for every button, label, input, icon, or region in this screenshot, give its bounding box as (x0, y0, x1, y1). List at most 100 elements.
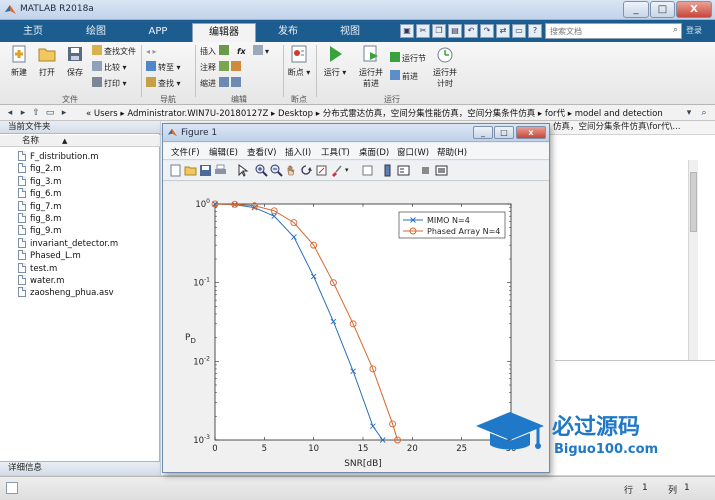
figure-minimize-button[interactable]: _ (473, 126, 493, 139)
tab-plots[interactable]: 绘图 (66, 23, 126, 42)
data-cursor-icon[interactable] (315, 164, 328, 177)
list-item[interactable]: fig_2.m (18, 163, 61, 175)
forward-arrow-icon[interactable]: ▸ (17, 107, 29, 119)
save-figure-icon[interactable] (199, 164, 212, 177)
folder-up-icon[interactable]: ⇧ (30, 107, 42, 119)
insert-section-button[interactable]: ▾ (253, 45, 269, 59)
chevron-down-icon[interactable]: ▾ (683, 107, 695, 119)
search-input[interactable]: 搜索文档 ⌕ (545, 23, 682, 39)
qa-paste-icon[interactable]: ▤ (448, 24, 462, 38)
file-icon (18, 262, 26, 273)
plot-axes[interactable] (214, 203, 512, 441)
maximize-button[interactable]: □ (650, 1, 675, 18)
pan-hand-icon[interactable] (285, 164, 298, 177)
list-item[interactable]: zaosheng_phua.asv (18, 287, 114, 299)
new-button[interactable]: 新建 (4, 44, 34, 78)
qa-cut-icon[interactable]: ✂ (416, 24, 430, 38)
new-figure-icon[interactable] (169, 164, 182, 177)
details-panel-header[interactable]: 详细信息 (0, 461, 160, 475)
menu-help[interactable]: 帮助(H) (437, 146, 467, 158)
tab-apps[interactable]: APP (130, 23, 186, 42)
link-plot-icon[interactable] (361, 164, 374, 177)
column-header[interactable]: 名称 ▲ (0, 135, 160, 147)
tab-editor[interactable]: 编辑器 (192, 23, 256, 42)
advance-button[interactable]: 前进 (390, 70, 418, 84)
find-button[interactable]: 查找 ▾ (146, 77, 181, 91)
back-arrow-icon[interactable]: ◂ (4, 107, 16, 119)
qa-undo-icon[interactable]: ↶ (464, 24, 478, 38)
pointer-arrow-icon[interactable] (236, 164, 249, 177)
compare-button[interactable]: 比较 ▾ (92, 61, 127, 75)
list-item[interactable]: Phased_L.m (18, 250, 81, 262)
legend-label: Phased Array N=4 (427, 227, 500, 236)
insert-button[interactable]: 插入 (200, 45, 231, 59)
legend-icon[interactable] (397, 164, 410, 177)
figure-close-button[interactable]: x (516, 126, 546, 139)
open-button[interactable]: 打开 (32, 44, 62, 78)
breakpoints-button[interactable]: 断点 ▾ (284, 44, 314, 78)
list-item[interactable]: invariant_detector.m (18, 237, 118, 250)
menu-window[interactable]: 窗口(W) (397, 146, 429, 158)
menu-file[interactable]: 文件(F) (171, 146, 200, 158)
qa-help-icon[interactable]: ? (528, 24, 542, 38)
print-button[interactable]: 打印 ▾ (92, 77, 127, 91)
figure-maximize-button[interactable]: □ (494, 126, 514, 139)
menu-view[interactable]: 查看(V) (247, 146, 276, 158)
search-icon[interactable]: ⌕ (673, 25, 678, 35)
browse-folder-icon[interactable]: ▭ (44, 107, 56, 119)
zoom-out-icon[interactable] (270, 164, 283, 177)
nav-back-button[interactable]: ◂ ▸ (146, 45, 157, 59)
list-item[interactable]: fig_7.m (18, 200, 61, 213)
menu-edit[interactable]: 编辑(E) (209, 146, 238, 158)
brush-icon[interactable] (330, 164, 343, 177)
chevron-down-icon[interactable]: ▾ (345, 166, 349, 174)
tab-publish[interactable]: 发布 (260, 23, 316, 42)
figure-titlebar[interactable]: Figure 1 _ □ x (163, 124, 549, 142)
qa-redo-icon[interactable]: ↷ (480, 24, 494, 38)
fx-button[interactable]: fx (237, 45, 246, 59)
list-item[interactable]: test.m (18, 262, 57, 275)
colorbar-icon[interactable] (381, 164, 394, 177)
open-file-icon[interactable] (184, 164, 197, 177)
run-button[interactable]: 运行 ▾ (320, 44, 350, 78)
list-item[interactable]: water.m (18, 275, 64, 287)
scrollbar-thumb[interactable] (690, 172, 697, 232)
rotate-3d-icon[interactable] (300, 164, 313, 177)
print-figure-icon[interactable] (214, 164, 227, 177)
file-name: fig_3.m (30, 176, 62, 187)
menu-tools[interactable]: 工具(T) (321, 146, 350, 158)
search-folder-icon[interactable]: ⌕ (698, 107, 710, 119)
show-tools-icon[interactable] (435, 164, 448, 177)
menu-desktop[interactable]: 桌面(D) (359, 146, 389, 158)
status-toggle-icon[interactable] (6, 482, 18, 494)
menu-insert[interactable]: 插入(I) (285, 146, 311, 158)
x-tick-label: 20 (407, 444, 418, 454)
list-item[interactable]: fig_8.m (18, 213, 61, 225)
list-item[interactable]: fig_9.m (18, 225, 61, 237)
run-and-time-button[interactable]: 运行并 计时 (428, 44, 462, 89)
save-button[interactable]: 保存 (60, 44, 90, 78)
minimize-button[interactable]: _ (623, 1, 649, 18)
list-item[interactable]: fig_3.m (18, 175, 62, 188)
hide-tools-icon[interactable] (419, 164, 432, 177)
zoom-in-icon[interactable] (255, 164, 268, 177)
comment-button[interactable]: 注释 (200, 61, 243, 75)
qa-copy-icon[interactable]: ❐ (432, 24, 446, 38)
list-item[interactable]: F_distribution.m (18, 151, 99, 163)
goto-button[interactable]: 转至 ▾ (146, 61, 181, 75)
folder-nav-icon[interactable]: ▸ (58, 107, 70, 119)
qa-window-icon[interactable]: ▭ (512, 24, 526, 38)
close-button[interactable]: X (676, 1, 712, 18)
qa-switch-icon[interactable]: ⇄ (496, 24, 510, 38)
run-section-button[interactable]: 运行节 (390, 52, 426, 66)
tab-view[interactable]: 视图 (322, 23, 378, 42)
login-link[interactable]: 登录 (686, 25, 702, 36)
qa-save-icon[interactable]: ▣ (400, 24, 414, 38)
run-and-advance-button[interactable]: 运行并 前进 (354, 44, 388, 89)
insert-icon (218, 45, 229, 55)
find-files-button[interactable]: 查找文件 (92, 45, 136, 59)
tab-home[interactable]: 主页 (4, 23, 62, 42)
indent-button[interactable]: 缩进 (200, 77, 243, 91)
list-item[interactable]: fig_6.m (18, 188, 61, 200)
breadcrumb[interactable]: « Users ▸ Administrator.WIN7U-20180127Z … (86, 107, 663, 119)
